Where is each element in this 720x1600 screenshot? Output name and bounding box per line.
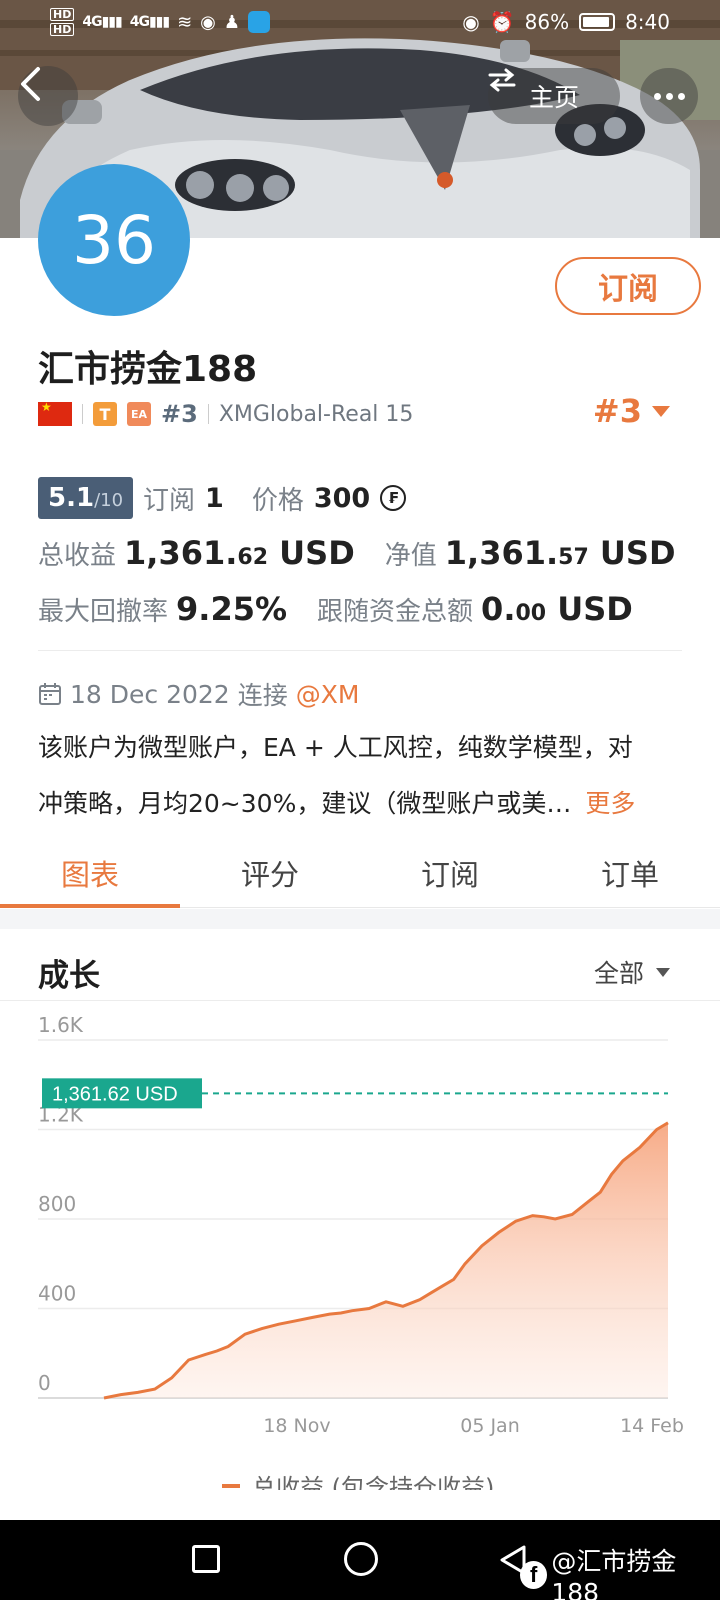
- max-drawdown-label: 最大回撤率: [38, 597, 169, 627]
- dot-icon: [665, 92, 673, 100]
- clock: 8:40: [625, 10, 670, 34]
- subscribe-button[interactable]: 订阅: [555, 257, 701, 315]
- facebook-icon: f: [520, 1560, 548, 1589]
- dot-icon: [653, 92, 661, 100]
- profit-row: 总收益 1,361.62 USD 净值 1,361.57 USD: [38, 534, 676, 572]
- ea-badge: EA: [127, 402, 151, 426]
- score-value: 5.1: [48, 483, 95, 513]
- total-profit-label: 总收益: [38, 541, 117, 571]
- home-button[interactable]: 主页: [488, 68, 620, 124]
- home-label: 主页: [528, 83, 579, 112]
- y-tick-label: 800: [38, 1192, 76, 1216]
- more-link[interactable]: 更多: [585, 789, 635, 818]
- score-max: /10: [94, 490, 124, 511]
- account-description: 该账户为微型账户，EA + 人工风控，纯数学模型，对 冲策略，月均20~30%，…: [38, 720, 688, 832]
- subscriptions-label: 订阅: [143, 485, 196, 516]
- china-flag-icon: [38, 400, 72, 426]
- calendar-icon: [39, 683, 61, 705]
- tab-orders[interactable]: 订单: [540, 846, 720, 907]
- y-tick-label: 400: [38, 1282, 76, 1306]
- subscriptions-value: 1: [205, 482, 224, 514]
- rank-value: #3: [592, 392, 642, 430]
- equity-value: 1,361.57 USD: [444, 534, 676, 572]
- back-button[interactable]: [18, 66, 78, 126]
- search-app-icon: [248, 11, 271, 33]
- more-options-button[interactable]: [640, 68, 698, 124]
- dot-icon: [677, 92, 685, 100]
- qq-icon: ♟: [223, 11, 241, 33]
- description-line: 该账户为微型账户，EA + 人工风控，纯数学模型，对: [38, 733, 633, 762]
- tab-bar: 图表 评分 订阅 订单: [0, 846, 720, 908]
- alarm-icon: ⏰: [489, 10, 515, 34]
- rating-row: 5.1 /10 订阅 1 价格 300 ₣: [38, 476, 407, 520]
- divider: [38, 650, 682, 651]
- section-divider: [0, 909, 720, 929]
- wechat-icon: ◉: [200, 11, 216, 33]
- hd-badge: HD: [50, 23, 75, 36]
- battery-percent: 86%: [524, 10, 570, 34]
- equity-label: 净值: [384, 541, 437, 571]
- follow-funds-value: 0.00 USD: [481, 590, 633, 628]
- growth-chart: 1.6K 1.2K 800 400 0 1,361.62 USD 18 Nov 05 Ja…: [0, 1000, 720, 1502]
- score-badge: 5.1 /10: [38, 477, 134, 519]
- hd-badge: HD: [50, 8, 75, 21]
- follow-funds-label: 跟随资金总额: [317, 597, 474, 627]
- current-value-label: 1,361.62 USD: [52, 1083, 178, 1105]
- eye-icon: ◉: [462, 10, 480, 34]
- avatar[interactable]: 36: [38, 164, 190, 316]
- price-label: 价格: [251, 485, 304, 516]
- caret-down-icon: [656, 967, 670, 977]
- watermark: f @汇市捞金188: [520, 1542, 720, 1600]
- range-value: 全部: [593, 959, 644, 988]
- description-line: 冲策略，月均20~30%，建议（微型账户或美… 更多: [38, 789, 636, 818]
- y-tick-label: 1.6K: [38, 1013, 84, 1037]
- total-profit-value: 1,361.62 USD: [124, 534, 355, 572]
- signal-icon: 4G▮▮▮: [129, 14, 170, 30]
- broker-link[interactable]: @XM: [296, 680, 360, 709]
- recents-button[interactable]: [192, 1545, 220, 1573]
- swap-icon: [488, 68, 516, 92]
- battery-icon: [579, 13, 616, 31]
- wifi-icon: ≋: [177, 11, 193, 33]
- tab-subscriptions[interactable]: 订阅: [360, 846, 540, 907]
- rank-dropdown[interactable]: #3: [593, 392, 670, 430]
- max-drawdown-value: 9.25%: [176, 590, 288, 628]
- x-tick-label: 14 Feb: [620, 1415, 684, 1437]
- tab-chart[interactable]: 图表: [0, 846, 180, 908]
- divider: [207, 404, 209, 424]
- watermark-text: @汇市捞金188: [551, 1547, 677, 1600]
- signal-icon: 4G▮▮▮: [82, 14, 122, 30]
- status-bar: HD HD 4G▮▮▮ 4G▮▮▮ ≋ ◉ ♟ ◉ ⏰ 86% 8:40: [0, 0, 720, 46]
- caret-down-icon: [652, 405, 670, 417]
- drawdown-row: 最大回撤率 9.25% 跟随资金总额 0.00 USD: [38, 590, 633, 628]
- coin-icon: ₣: [380, 485, 407, 511]
- growth-area: [104, 1122, 668, 1398]
- divider: [82, 404, 83, 424]
- chevron-left-icon: [21, 67, 40, 101]
- join-date: 18 Dec 2022: [70, 679, 230, 709]
- trader-badge: T: [93, 402, 117, 426]
- y-tick-label: 0: [38, 1371, 51, 1395]
- account-tags: T EA #3 XMGlobal-Real 15: [38, 398, 413, 430]
- growth-chart-svg: 1.6K1.2K8004000 1,361.62 USD 18 Nov 05 Ja…: [38, 1013, 684, 1502]
- rank-label: #3: [161, 400, 198, 428]
- price-value: 300: [313, 482, 371, 514]
- growth-title: 成长: [38, 958, 100, 994]
- server-name: XMGlobal-Real 15: [218, 401, 414, 427]
- x-tick-label: 05 Jan: [460, 1415, 520, 1437]
- home-nav-button[interactable]: [344, 1542, 378, 1576]
- tab-rating[interactable]: 评分: [180, 846, 360, 907]
- connect-label: 连接: [237, 681, 288, 710]
- x-tick-label: 18 Nov: [263, 1415, 330, 1437]
- range-dropdown[interactable]: 全部: [594, 954, 670, 990]
- system-nav-bar: f @汇市捞金188: [0, 1520, 720, 1600]
- legend-label: 总收益 (包含持仓收益): [252, 1474, 494, 1490]
- join-info: 18 Dec 2022 连接 @XM: [38, 676, 359, 712]
- account-name: 汇市捞金188: [38, 349, 258, 390]
